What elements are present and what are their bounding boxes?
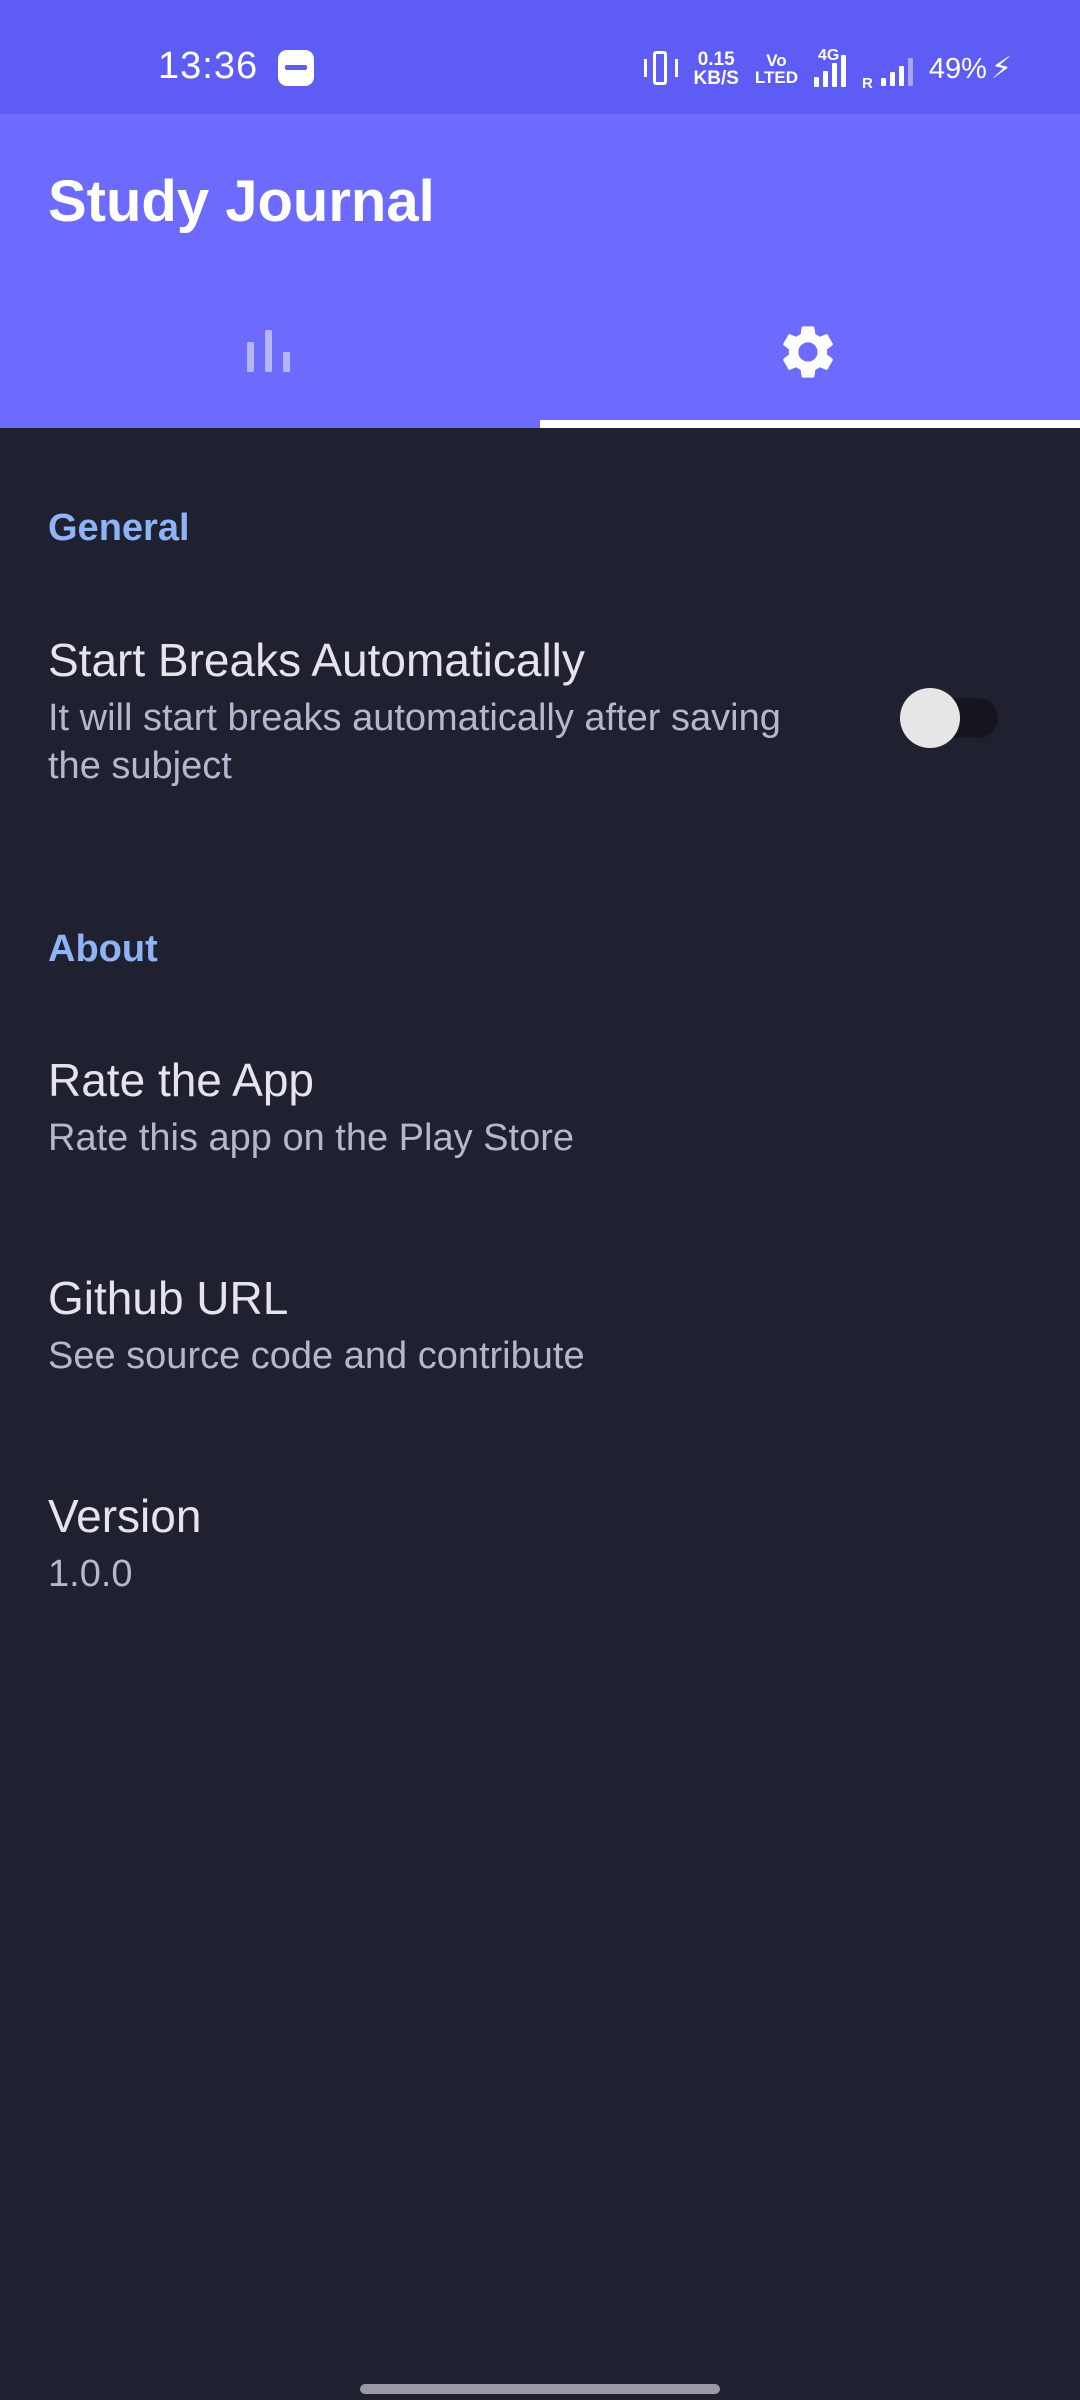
signal-strength-4g-icon: 4G [814,47,847,87]
pref-title: Github URL [48,1272,289,1324]
section-header-general: General [48,507,190,549]
roaming-label: R [862,75,873,92]
home-indicator[interactable] [360,2384,720,2394]
pref-github-url[interactable]: Github URL See source code and contribut… [48,1270,1048,1380]
tab-statistics[interactable] [0,306,540,428]
vibrate-icon [643,51,678,87]
network-speed-unit: KB/S [693,68,739,89]
tab-settings[interactable] [540,306,1080,428]
pref-title: Start Breaks Automatically [48,634,585,686]
network-speed-value: 0.15 [697,49,735,70]
signal-strength-roaming-icon [880,52,913,86]
volte-bottom: LTED [754,68,799,87]
pref-summary: 1.0.0 [48,1553,133,1595]
network-type-label: 4G [818,47,840,64]
pref-summary: It will start breaks automatically after… [48,697,781,787]
bar-chart-icon [247,330,290,372]
volte-indicator: Vo LTED [755,52,798,86]
network-speed: 0.15 KB/S [694,50,739,88]
toggle-thumb [900,688,960,748]
notification-app-icon [278,50,314,86]
status-bar: 13:36 0.15 KB/S Vo LTED 4G R 49% ⚡ [0,0,1080,114]
pref-version[interactable]: Version 1.0.0 [48,1488,1048,1598]
pref-summary: See source code and contribute [48,1335,585,1377]
gear-icon [783,326,833,378]
app-bar: Study Journal [0,114,1080,428]
pref-summary: Rate this app on the Play Store [48,1117,574,1159]
start-breaks-toggle[interactable] [900,688,1000,748]
pref-start-breaks[interactable]: Start Breaks Automatically It will start… [48,632,1048,790]
volte-top: Vo [766,51,787,70]
status-indicators: 0.15 KB/S Vo LTED 4G R 49% ⚡ [643,46,1012,92]
status-time: 13:36 [158,45,259,87]
pref-rate-app[interactable]: Rate the App Rate this app on the Play S… [48,1052,1048,1162]
app-title: Study Journal [48,169,435,234]
section-header-about: About [48,928,158,970]
charging-icon: ⚡ [990,52,1012,85]
battery-percentage: 49% [928,53,987,85]
pref-title: Rate the App [48,1054,314,1106]
pref-title: Version [48,1490,202,1542]
tab-indicator [540,420,1080,428]
